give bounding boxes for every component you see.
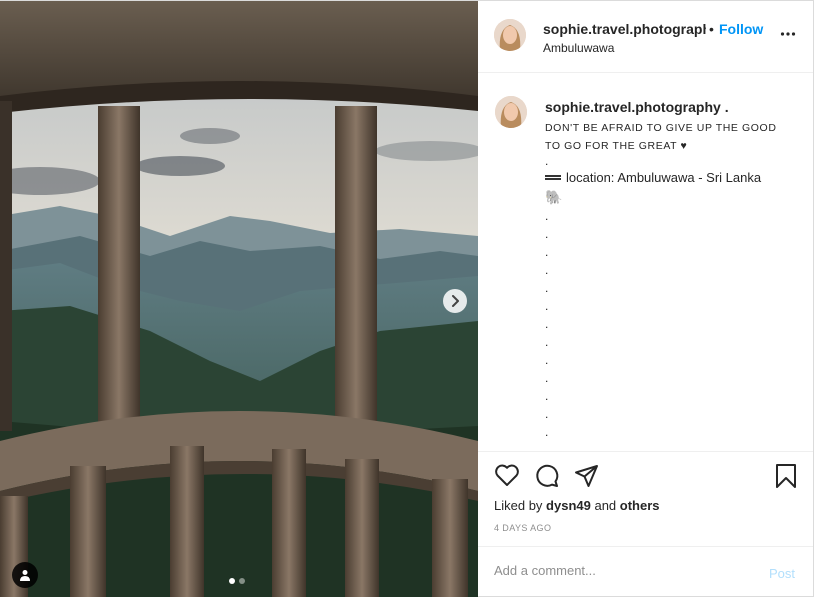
carousel-indicator [229,578,245,584]
caption-dot: . [545,317,549,331]
profile-photo [495,96,527,128]
share-icon[interactable] [574,463,600,489]
caption-dot: . [545,353,549,367]
caption-dot: . [545,371,549,385]
tagged-users-button[interactable] [12,562,38,588]
caption-section: sophie.travel.photography . DON'T BE AFR… [478,74,813,450]
post-header: sophie.travel.photography • Follow Ambul… [478,1,813,73]
caption-text: DON'T BE AFRAID TO GIVE UP THE GOOD TO G… [545,122,777,152]
follow-button[interactable]: Follow [719,21,763,37]
liked-by-text: Liked by dysn49 and others [494,498,660,513]
liked-prefix: Liked by [494,498,547,513]
tag-user-icon [20,570,30,581]
caption-location-text: location: Ambuluwawa - Sri Lanka [566,170,762,185]
post-image[interactable] [0,1,478,597]
avatar[interactable] [495,96,527,128]
bookmark-icon[interactable] [775,463,797,489]
next-arrow-icon [452,295,459,307]
caption-dot: . [545,154,549,168]
liked-user-link[interactable]: dysn49 [546,498,591,513]
caption-dot: . [545,389,549,403]
caption-location-line: location: Ambuluwawa - Sri Lanka [545,170,761,185]
balcony-mountain-photo [0,1,478,597]
liked-others-link[interactable]: others [620,498,660,513]
caption-dot: . [545,263,549,277]
caption-dot: . [545,407,549,421]
comment-box: Post [478,546,813,597]
caption-username[interactable]: sophie.travel.photography . [545,99,729,115]
profile-photo [494,19,526,51]
follow-separator: • [709,21,714,37]
liked-and: and [590,498,620,513]
caption-dot: . [545,245,549,259]
comment-icon[interactable] [534,463,560,489]
elephant-emoji: 🐘 [545,189,563,205]
caption-dot: . [545,281,549,295]
post-sidebar: sophie.travel.photography • Follow Ambul… [478,1,814,597]
location-link[interactable]: Ambuluwawa [543,41,614,55]
bar-icon [545,175,561,180]
caption-dot: . [545,425,549,439]
post-actions: Liked by dysn49 and others 4 DAYS AGO [478,451,813,546]
caption-dot: . [545,209,549,223]
caption-dot: . [545,299,549,313]
avatar[interactable] [494,19,526,51]
more-options-icon[interactable] [780,31,796,37]
carousel-dot [239,578,245,584]
instagram-post-modal: sophie.travel.photography • Follow Ambul… [0,0,814,597]
caption-dot: . [545,227,549,241]
post-comment-button[interactable]: Post [769,566,795,581]
carousel-dot-active [229,578,235,584]
header-username[interactable]: sophie.travel.photography [543,21,706,37]
comment-input[interactable] [494,563,744,578]
caption-dot: . [545,335,549,349]
post-timestamp[interactable]: 4 DAYS AGO [494,523,551,533]
heart-icon[interactable] [494,463,520,487]
next-image-button[interactable] [443,289,467,313]
